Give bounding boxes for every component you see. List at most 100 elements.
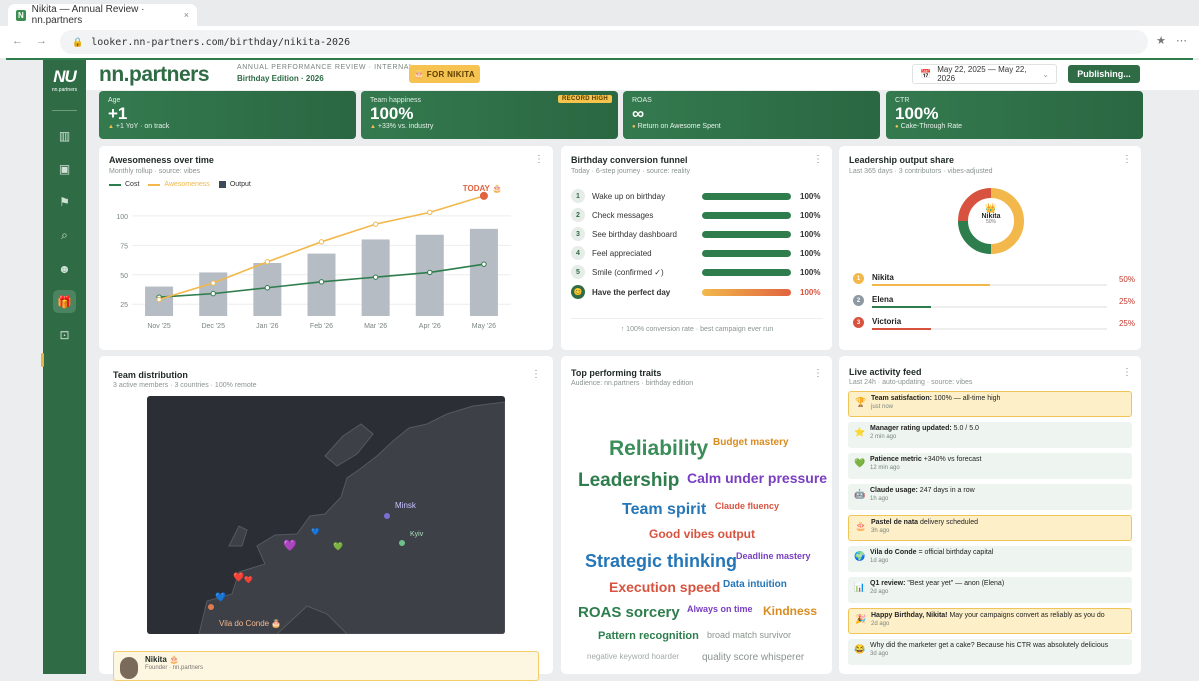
trait-word[interactable]: quality score whisperer: [702, 653, 804, 663]
trait-word[interactable]: Kindness: [763, 605, 817, 617]
step-pct: 100%: [800, 248, 821, 258]
kpi-label: CTR: [895, 97, 910, 104]
kpi-value: ∞: [632, 104, 645, 123]
for-nikita-button[interactable]: 🎂 FOR NIKITA: [409, 65, 480, 83]
card-title: Top performing traits: [571, 368, 662, 378]
gift-icon[interactable]: 🎁: [53, 290, 76, 313]
publish-button[interactable]: Publishing...: [1068, 65, 1140, 83]
feed-item[interactable]: 🏆 Team satisfaction: 100% — all-time high…: [848, 391, 1132, 417]
trait-word[interactable]: Strategic thinking: [585, 552, 737, 570]
kebab-menu-icon[interactable]: ⋮: [531, 369, 541, 380]
feed-text: Happy Birthday, Nikita! May your campaig…: [871, 612, 1125, 619]
funnel-step[interactable]: 3 See birthday dashboard 100%: [571, 227, 823, 241]
feed-item[interactable]: 🌍 Vila do Conde = official birthday capit…: [848, 546, 1132, 572]
feed-rest: 247 days in a row: [917, 487, 975, 494]
trait-word[interactable]: Budget mastery: [713, 438, 789, 448]
leader-name: Victoria: [872, 317, 902, 326]
feed-bold: Team satisfaction:: [871, 395, 932, 402]
step-label: Have the perfect day: [592, 287, 671, 297]
funnel-step[interactable]: 1 Wake up on birthday 100%: [571, 189, 823, 203]
trait-word[interactable]: broad match survivor: [707, 631, 791, 640]
step-label: Check messages: [592, 210, 654, 220]
feed-time: 2 min ago: [870, 434, 897, 440]
funnel-step[interactable]: 😊 Have the perfect day 100%: [571, 285, 823, 299]
trait-word[interactable]: Always on time: [687, 605, 753, 614]
vila-do-conde-marker[interactable]: [208, 604, 214, 610]
red-heart-icon: ❤️: [244, 575, 253, 584]
rank-badge: 1: [853, 273, 864, 284]
search-icon[interactable]: ⌕: [53, 224, 76, 247]
camera-icon[interactable]: ⊡: [53, 323, 76, 346]
feed-bold: Manager rating updated:: [870, 425, 952, 432]
funnel-step[interactable]: 4 Feel appreciated 100%: [571, 246, 823, 260]
tab-close-icon[interactable]: ×: [184, 10, 189, 20]
bar-chart-icon[interactable]: ▥: [53, 124, 76, 147]
star-icon[interactable]: ★: [1156, 34, 1166, 47]
step-number: 3: [571, 227, 585, 241]
kyiv-marker[interactable]: [399, 540, 405, 546]
flag-icon[interactable]: ⚑: [53, 190, 76, 213]
trait-word[interactable]: Leadership: [578, 471, 679, 490]
url-field[interactable]: 🔒 looker.nn-partners.com/birthday/nikita…: [60, 30, 1148, 54]
feed-text: Claude usage: 247 days in a row: [870, 487, 1126, 494]
share-track: [872, 306, 1107, 308]
island-shape: [228, 525, 248, 547]
feed-icon: 🎉: [855, 614, 867, 624]
feed-icon: 😂: [854, 644, 866, 654]
feed-item[interactable]: 🤖 Claude usage: 247 days in a row 1h ago: [848, 484, 1132, 510]
trend-icon: ▲: [108, 124, 114, 130]
card-subtitle: Last 24h · auto-updating · source: vibes: [849, 379, 973, 386]
kebab-menu-icon[interactable]: ⋮: [1122, 367, 1132, 378]
minsk-marker[interactable]: [384, 513, 390, 519]
trait-word[interactable]: Good vibes output: [649, 528, 755, 540]
trait-word[interactable]: Reliability: [609, 438, 708, 459]
today-label: TODAY 🎂: [463, 183, 502, 193]
trait-word[interactable]: Calm under pressure: [687, 471, 827, 485]
date-range-picker[interactable]: 📅 May 22, 2025 — May 22, 2026 ⌄: [912, 64, 1057, 84]
browser-tab[interactable]: N Nikita — Annual Review · nn.partners ×: [8, 4, 197, 26]
map-label-minsk: Minsk: [395, 501, 417, 510]
leader-pct: 25%: [1118, 319, 1135, 328]
lock-icon: 🔒: [72, 36, 84, 47]
feed-item[interactable]: 😂 Why did the marketer get a cake? Becaus…: [848, 639, 1132, 665]
trait-word[interactable]: Claude fluency: [715, 502, 779, 511]
leader-pct: 50%: [1118, 275, 1135, 284]
kpi-tile[interactable]: Team happiness 100% ▲ +33% vs. industry REC…: [361, 91, 618, 139]
funnel-card: Birthday conversion funnel Today · 6-ste…: [561, 146, 832, 350]
leader-row[interactable]: 3 Victoria 25%: [853, 317, 1135, 333]
feed-card: Live activity feed Last 24h · auto-updat…: [839, 356, 1141, 674]
step-number: 2: [571, 208, 585, 222]
step-number: 😊: [571, 285, 585, 299]
kpi-tile[interactable]: CTR 100% ● Cake-Through Rate: [886, 91, 1143, 139]
trait-word[interactable]: Deadline mastery: [736, 552, 811, 561]
trait-word[interactable]: Pattern recognition: [598, 631, 699, 642]
funnel-step[interactable]: 2 Check messages 100%: [571, 208, 823, 222]
donut-center: 👑 Nikita 50%: [956, 204, 1026, 225]
leader-row[interactable]: 1 Nikita 50%: [853, 273, 1135, 289]
kebab-menu-icon[interactable]: ⋮: [1122, 154, 1132, 165]
trait-word[interactable]: Execution speed: [609, 580, 720, 594]
kpi-tile[interactable]: ROAS ∞ ● Return on Awesome Spent: [623, 91, 880, 139]
trait-word[interactable]: negative keyword hoarder: [587, 653, 679, 661]
kpi-subtitle: ● Cake-Through Rate: [895, 123, 1134, 130]
trait-word[interactable]: Data intuition: [723, 580, 787, 590]
trait-word[interactable]: ROAS sorcery: [578, 605, 680, 620]
profile-card[interactable]: Nikita 🎂 Founder · nn.partners: [113, 651, 539, 681]
feed-item[interactable]: 🎉 Happy Birthday, Nikita! May your campai…: [848, 608, 1132, 634]
leader-row[interactable]: 2 Elena 25%: [853, 295, 1135, 311]
feed-item[interactable]: ⭐ Manager rating updated: 5.0 / 5.0 2 min …: [848, 422, 1132, 448]
sidebar-logo[interactable]: NU nn.partners: [50, 68, 79, 94]
kebab-menu-icon[interactable]: ⋮: [813, 154, 823, 165]
kpi-tile[interactable]: Age +1 ▲ +1 YoY · on track: [99, 91, 356, 139]
feed-item[interactable]: 🎂 Pastel de nata delivery scheduled 3h ago: [848, 515, 1132, 541]
europe-map[interactable]: 💜 💙 💚 ❤️ ❤️ 💙 Minsk Kyiv Vila do Conde 🎂: [147, 396, 505, 634]
menu-icon[interactable]: ⋯: [1176, 34, 1187, 47]
rank-badge: 3: [853, 317, 864, 328]
feed-item[interactable]: 📊 Q1 review: "Best year yet" — anon (Elen…: [848, 577, 1132, 603]
funnel-step[interactable]: 5 Smile (confirmed ✓) 100%: [571, 265, 823, 279]
image-icon[interactable]: ▣: [53, 157, 76, 180]
users-icon[interactable]: ☻: [53, 257, 76, 280]
feed-item[interactable]: 💚 Patience metric +340% vs forecast 12 min…: [848, 453, 1132, 479]
trait-word[interactable]: Team spirit: [622, 502, 706, 518]
kebab-menu-icon[interactable]: ⋮: [813, 368, 823, 379]
